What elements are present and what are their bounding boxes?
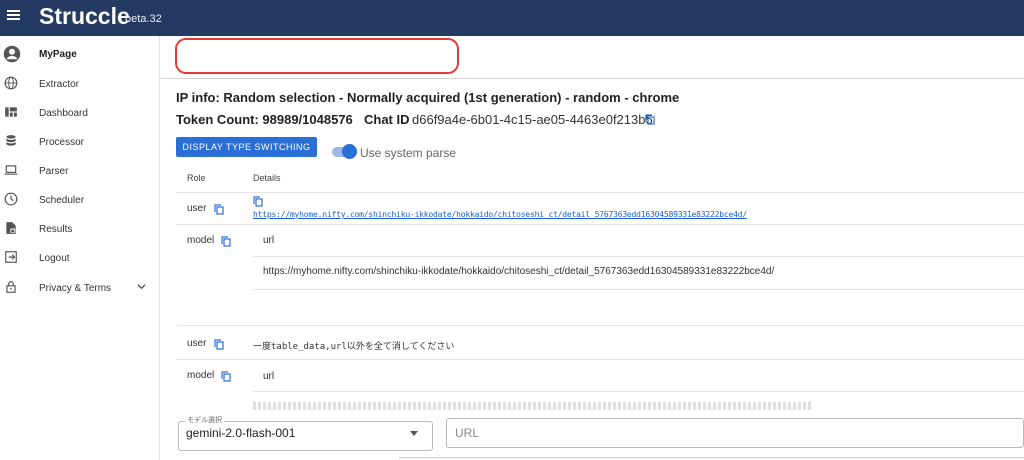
globe-icon: [4, 76, 18, 90]
token-count: Token Count: 98989/1048576: [176, 112, 353, 127]
url-placeholder: URL: [455, 426, 480, 440]
sidebar-item-processor[interactable]: Processor: [0, 128, 159, 157]
system-parse-toggle[interactable]: [332, 144, 357, 159]
sidebar-item-label: Results: [39, 224, 73, 235]
role-model: model: [187, 370, 215, 381]
sidebar-item-label: Privacy & Terms: [39, 283, 112, 294]
clock-icon: [4, 192, 18, 206]
chevron-down-icon[interactable]: [410, 431, 418, 436]
sidebar-item-label: Processor: [39, 137, 85, 148]
laptop-icon: [4, 165, 18, 175]
scroll-faded-row: [253, 402, 813, 410]
detail-header-cell: url: [263, 371, 275, 382]
row-divider: [253, 289, 1024, 290]
chat-id-label: Chat ID: [364, 112, 410, 127]
dashboard-icon: [5, 107, 17, 117]
row-divider: [177, 192, 1024, 193]
sidebar-item-label: Logout: [39, 253, 70, 264]
sidebar-item-label: Scheduler: [39, 195, 85, 206]
sidebar-item-label: Dashboard: [39, 108, 88, 119]
copy-icon[interactable]: [253, 196, 263, 207]
detail-value-cell: https://myhome.nifty.com/shinchiku-ikkod…: [263, 266, 775, 277]
column-header-details: Details: [253, 173, 281, 183]
divider: [161, 78, 1024, 79]
database-icon: [6, 135, 16, 146]
top-app-bar: Struccle beta.32: [0, 0, 1024, 36]
row-divider: [253, 391, 1024, 392]
sidebar-item-mypage[interactable]: MyPage: [0, 40, 159, 69]
role-model: model: [187, 235, 215, 246]
sidebar-item-logout[interactable]: Logout: [0, 244, 159, 273]
role-user: user: [187, 338, 207, 349]
main-content: IP info: Random selection - Normally acq…: [161, 36, 1024, 460]
brand-version: beta.32: [125, 13, 162, 25]
copy-icon[interactable]: [645, 114, 655, 125]
display-type-switching-button[interactable]: DISPLAY TYPE SWITCHING: [176, 137, 317, 157]
toggle-knob: [342, 144, 357, 159]
column-header-role: Role: [187, 173, 206, 183]
chat-id-value: d66f9a4e-6b01-4c15-ae05-4463e0f213b5: [412, 112, 653, 127]
model-select-value: gemini-2.0-flash-001: [186, 426, 296, 440]
copy-icon[interactable]: [214, 204, 224, 215]
row-divider: [253, 256, 1024, 257]
model-select-legend: モデル選択: [185, 415, 224, 425]
role-user: user: [187, 203, 207, 214]
highlight-box: [175, 38, 459, 74]
ip-info: IP info: Random selection - Normally acq…: [176, 90, 680, 105]
sidebar-item-scheduler[interactable]: Scheduler: [0, 186, 159, 215]
row-divider: [177, 224, 1024, 225]
sidebar-item-extractor[interactable]: Extractor: [0, 70, 159, 99]
file-lock-icon: [6, 222, 16, 234]
copy-icon[interactable]: [214, 339, 224, 350]
sidebar-item-privacy[interactable]: Privacy & Terms: [0, 274, 159, 303]
sidebar-item-dashboard[interactable]: Dashboard: [0, 99, 159, 128]
row-divider: [177, 359, 1024, 360]
sidebar-item-results[interactable]: Results: [0, 215, 159, 244]
sidebar-item-parser[interactable]: Parser: [0, 157, 159, 186]
sidebar: MyPage Extractor Dashboard Processor Par…: [0, 36, 160, 460]
lock-icon: [6, 281, 16, 293]
sidebar-item-label: Parser: [39, 166, 69, 177]
chevron-down-icon[interactable]: [137, 282, 146, 291]
detail-link[interactable]: https://myhome.nifty.com/shinchiku-ikkod…: [253, 210, 747, 219]
hamburger-icon[interactable]: [4, 8, 24, 28]
url-input[interactable]: [446, 418, 1024, 448]
logout-icon: [5, 251, 17, 263]
brand-title: Struccle: [39, 3, 130, 29]
account-circle-icon: [3, 45, 21, 63]
system-parse-label: Use system parse: [360, 146, 457, 160]
detail-message-cell: 一度table_data,url以外を全て消してください: [253, 342, 455, 352]
row-divider: [177, 325, 1024, 326]
sidebar-item-label: Extractor: [39, 79, 80, 90]
sidebar-item-label: MyPage: [39, 49, 77, 60]
copy-icon[interactable]: [221, 371, 231, 382]
copy-icon[interactable]: [221, 236, 231, 247]
detail-header-cell: url: [263, 235, 275, 246]
